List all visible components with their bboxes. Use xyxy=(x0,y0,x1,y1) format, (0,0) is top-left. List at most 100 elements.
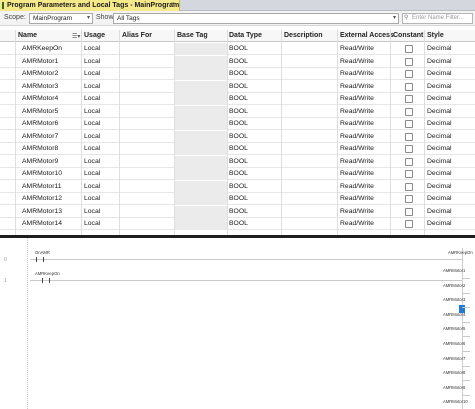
table-row[interactable]: AMRKeepOn Local BOOL Read/Write Decimal xyxy=(0,43,475,56)
constant-checkbox[interactable] xyxy=(405,170,413,178)
constant-checkbox[interactable] xyxy=(405,132,413,141)
constant-checkbox[interactable] xyxy=(405,207,413,216)
constant-checkbox[interactable] xyxy=(405,182,413,191)
cell-usage[interactable]: Local xyxy=(84,106,100,118)
cell-style[interactable]: Decimal xyxy=(427,131,452,143)
tab-program-parameters[interactable]: Program Parameters and Local Tags - Main… xyxy=(0,0,180,11)
table-row[interactable]: AMRMotor2 Local BOOL Read/Write Decimal xyxy=(0,68,475,81)
cell-name[interactable]: AMRKeepOn xyxy=(22,43,62,55)
coil-tag[interactable]: AMRMotor7 xyxy=(443,356,465,361)
table-row[interactable]: AMRMotor10 Local BOOL Read/Write Decimal xyxy=(0,168,475,181)
cell-data-type[interactable]: BOOL xyxy=(229,218,248,230)
cell-external-access[interactable]: Read/Write xyxy=(340,93,374,105)
cell-usage[interactable]: Local xyxy=(84,118,100,130)
cell-name[interactable]: AMRMotor14 xyxy=(22,218,62,230)
table-row[interactable]: AMRMotor9 Local BOOL Read/Write Decimal xyxy=(0,155,475,168)
column-header-base-tag[interactable]: Base Tag xyxy=(177,30,208,42)
rung-0-contact-tag[interactable]: OnAMR xyxy=(35,250,50,255)
cell-name[interactable]: AMRMotor5 xyxy=(22,106,58,118)
cell-style[interactable]: Decimal xyxy=(427,106,452,118)
rung-1-contact-tag[interactable]: AMRKeepOn xyxy=(35,271,60,276)
cell-style[interactable]: Decimal xyxy=(427,181,452,193)
cell-data-type[interactable]: BOOL xyxy=(229,131,248,143)
table-row[interactable]: AMRMotor13 Local BOOL Read/Write Decimal xyxy=(0,205,475,218)
cell-name[interactable]: AMRMotor8 xyxy=(22,143,58,155)
coil-tag[interactable]: AMRMotor4 xyxy=(443,312,465,317)
cell-style[interactable]: Decimal xyxy=(427,218,452,230)
table-row[interactable]: AMRMotor12 Local BOOL Read/Write Decimal xyxy=(0,193,475,206)
cell-data-type[interactable]: BOOL xyxy=(229,181,248,193)
constant-checkbox[interactable] xyxy=(405,45,413,53)
cell-usage[interactable]: Local xyxy=(84,156,100,168)
cell-data-type[interactable]: BOOL xyxy=(229,168,248,180)
coil-tag[interactable]: AMRMotor5 xyxy=(443,326,465,331)
coil-tag[interactable]: AMRMotor3 xyxy=(443,297,465,302)
constant-checkbox[interactable] xyxy=(405,82,413,91)
cell-usage[interactable]: Local xyxy=(84,143,100,155)
sort-icon[interactable]: ☰▾ xyxy=(72,33,80,40)
cell-external-access[interactable]: Read/Write xyxy=(340,131,374,143)
cell-name[interactable]: AMRMotor3 xyxy=(22,81,58,93)
cell-data-type[interactable]: BOOL xyxy=(229,206,248,218)
cell-usage[interactable]: Local xyxy=(84,206,100,218)
cell-usage[interactable]: Local xyxy=(84,93,100,105)
name-filter-input[interactable]: ⚲ Enter Name Filter... xyxy=(402,13,473,24)
cell-external-access[interactable]: Read/Write xyxy=(340,118,374,130)
table-row[interactable]: AMRMotor8 Local BOOL Read/Write Decimal xyxy=(0,143,475,156)
cell-data-type[interactable]: BOOL xyxy=(229,156,248,168)
coil-tag[interactable]: AMRMotor6 xyxy=(443,341,465,346)
cell-external-access[interactable]: Read/Write xyxy=(340,143,374,155)
cell-data-type[interactable]: BOOL xyxy=(229,143,248,155)
cell-data-type[interactable]: BOOL xyxy=(229,68,248,80)
cell-external-access[interactable]: Read/Write xyxy=(340,218,374,230)
cell-usage[interactable]: Local xyxy=(84,81,100,93)
constant-checkbox[interactable] xyxy=(405,107,413,116)
cell-style[interactable]: Decimal xyxy=(427,56,452,68)
cell-style[interactable]: Decimal xyxy=(427,118,452,130)
coil-tag[interactable]: AMRMotor1 xyxy=(443,268,465,273)
cell-usage[interactable]: Local xyxy=(84,181,100,193)
constant-checkbox[interactable] xyxy=(405,195,413,203)
cell-external-access[interactable]: Read/Write xyxy=(340,81,374,93)
cell-usage[interactable]: Local xyxy=(84,131,100,143)
constant-checkbox[interactable] xyxy=(405,145,413,153)
cell-external-access[interactable]: Read/Write xyxy=(340,68,374,80)
cell-style[interactable]: Decimal xyxy=(427,93,452,105)
cell-usage[interactable]: Local xyxy=(84,43,100,55)
close-icon[interactable]: × xyxy=(171,1,175,8)
constant-checkbox[interactable] xyxy=(405,157,413,166)
table-row[interactable]: AMRMotor4 Local BOOL Read/Write Decimal xyxy=(0,93,475,106)
cell-external-access[interactable]: Read/Write xyxy=(340,43,374,55)
constant-checkbox[interactable] xyxy=(405,70,413,78)
constant-checkbox[interactable] xyxy=(405,220,413,228)
column-header-usage[interactable]: Usage xyxy=(84,30,105,42)
coil-tag[interactable]: AMRMotor8 xyxy=(443,370,465,375)
column-header-name[interactable]: Name xyxy=(18,30,37,42)
cell-name[interactable]: AMRMotor6 xyxy=(22,118,58,130)
table-row[interactable]: AMRMotor1 Local BOOL Read/Write Decimal xyxy=(0,55,475,68)
coil-tag[interactable]: AMRMotor2 xyxy=(443,283,465,288)
cell-name[interactable]: AMRMotor2 xyxy=(22,68,58,80)
cell-style[interactable]: Decimal xyxy=(427,156,452,168)
cell-name[interactable]: AMRMotor13 xyxy=(22,206,62,218)
table-row[interactable]: AMRMotor5 Local BOOL Read/Write Decimal xyxy=(0,105,475,118)
column-header-style[interactable]: Style xyxy=(427,30,444,42)
cell-external-access[interactable]: Read/Write xyxy=(340,181,374,193)
cell-name[interactable]: AMRMotor9 xyxy=(22,156,58,168)
cell-data-type[interactable]: BOOL xyxy=(229,43,248,55)
cell-external-access[interactable]: Read/Write xyxy=(340,56,374,68)
coil-tag[interactable]: AMRMotor10 xyxy=(443,399,468,404)
column-header-data-type[interactable]: Data Type xyxy=(229,30,262,42)
column-header-description[interactable]: Description xyxy=(284,30,323,42)
cell-usage[interactable]: Local xyxy=(84,193,100,205)
cell-name[interactable]: AMRMotor7 xyxy=(22,131,58,143)
cell-usage[interactable]: Local xyxy=(84,168,100,180)
cell-data-type[interactable]: BOOL xyxy=(229,56,248,68)
rung-0-coil-tag[interactable]: AMRKeepOn xyxy=(448,250,473,255)
coil-tag[interactable]: AMRMotor9 xyxy=(443,385,465,390)
show-dropdown[interactable]: All Tags ▾ xyxy=(113,13,399,24)
cell-usage[interactable]: Local xyxy=(84,68,100,80)
cell-name[interactable]: AMRMotor12 xyxy=(22,193,62,205)
constant-checkbox[interactable] xyxy=(405,95,413,103)
cell-style[interactable]: Decimal xyxy=(427,68,452,80)
